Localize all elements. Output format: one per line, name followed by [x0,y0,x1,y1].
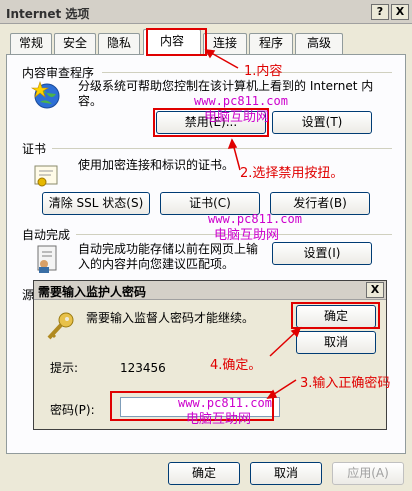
watermark-name: 电脑互助网 [214,228,280,243]
annotation-step3: 3.输入正确密码 [300,376,391,391]
watermark-name: 电脑互助网 [204,110,270,125]
annotation-step4: 4.确定。 [210,358,262,373]
watermark-name: 电脑互助网 [186,412,252,427]
annotation-step2: 2.选择禁用按扭。 [240,166,344,181]
annotation-step1: 1.内容 [244,64,283,79]
